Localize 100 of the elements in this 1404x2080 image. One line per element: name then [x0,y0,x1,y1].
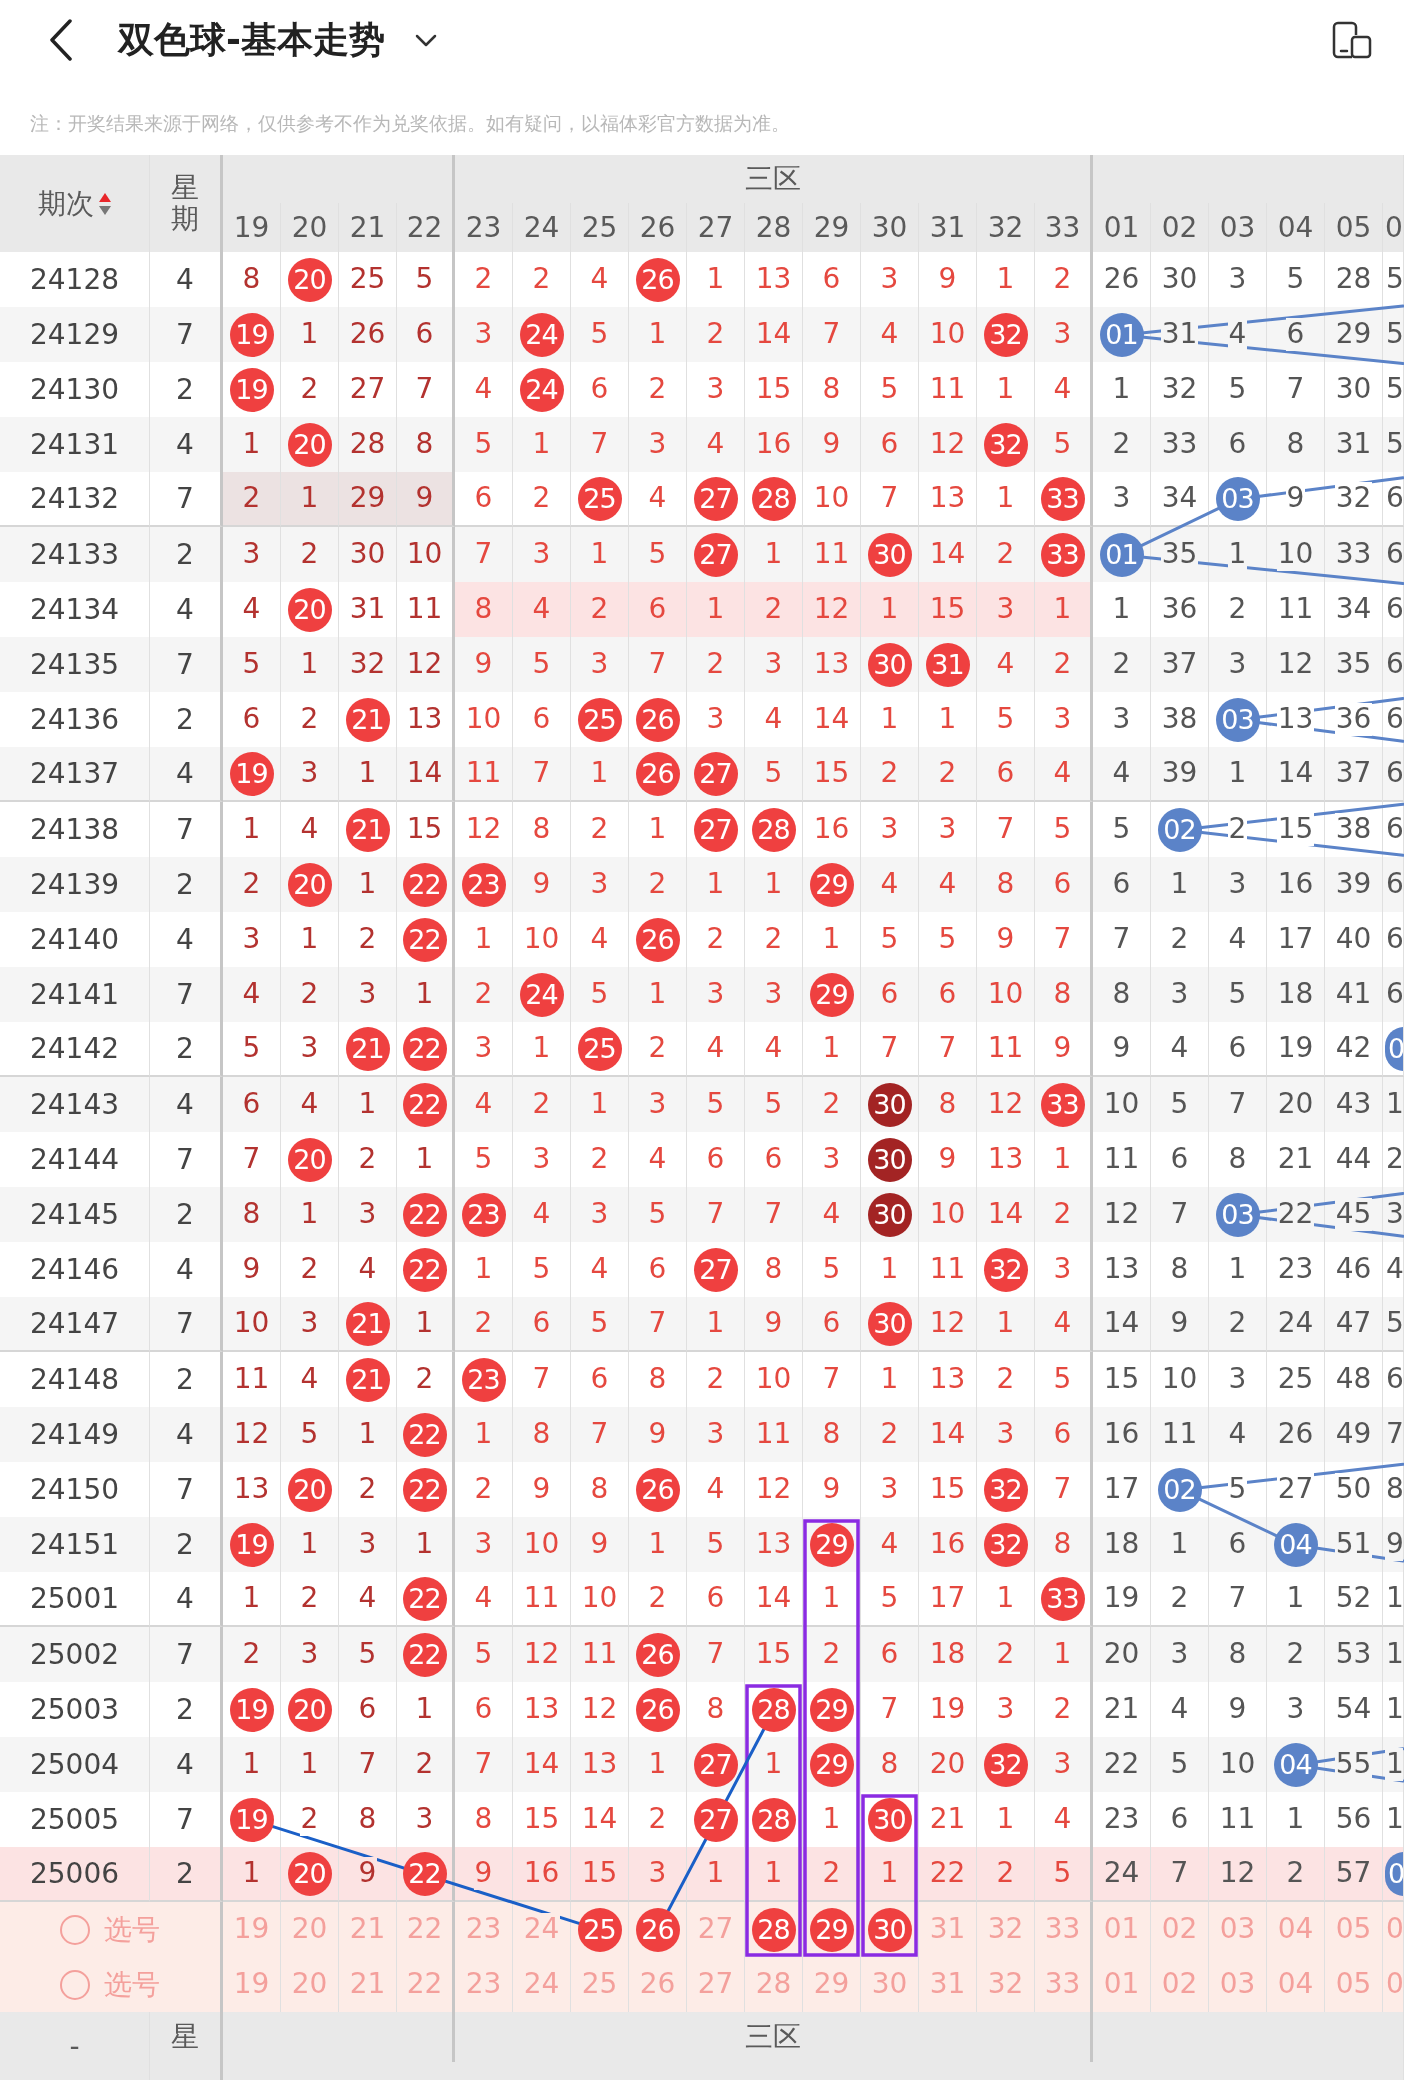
pick-cell[interactable]: 05 [1325,1902,1383,1957]
table-cell: 6 [1383,527,1404,582]
number-ball: 29 [809,972,854,1017]
radio-button[interactable] [60,1969,90,2000]
pick-cell[interactable]: 04 [1267,1957,1325,2012]
table-cell: 4 [861,307,919,362]
pick-cell[interactable]: 20 [281,1902,339,1957]
pick-cell[interactable]: 22 [397,1902,455,1957]
pick-cell[interactable]: 33 [1035,1902,1093,1957]
weekday-cell: 2 [150,1022,223,1077]
table-cell: 2 [1151,1572,1209,1627]
pick-cell[interactable]: 32 [977,1902,1035,1957]
screen-rotate-icon[interactable] [1332,21,1372,59]
pick-cell[interactable]: 21 [339,1957,397,2012]
pick-cell[interactable]: 02 [1151,1957,1209,2012]
table-cell: 7 [629,1297,687,1352]
pick-cell[interactable]: 33 [1035,1957,1093,2012]
pick-cell[interactable]: 30 [861,1957,919,2012]
pick-cell[interactable]: 31 [919,1957,977,2012]
number-ball: 22 [402,1247,447,1292]
number-ball[interactable]: 25 [577,1907,622,1952]
chevron-down-icon[interactable] [414,33,437,47]
number-ball: 20 [287,257,332,302]
weekday-cell: 2 [150,527,223,582]
column-header[interactable]: 期次 [37,184,94,223]
pick-cell[interactable]: 27 [687,1957,745,2012]
back-icon[interactable] [48,19,74,61]
number-ball: 03 [1215,1192,1260,1237]
issue-cell: 25004 [0,1737,150,1792]
table-cell: 2 [281,1572,339,1627]
table-cell: 24 [1093,1847,1151,1902]
table-cell: 19 [1267,1022,1325,1077]
column-header: 33 [1035,203,1093,252]
number-ball[interactable]: 26 [635,1907,680,1952]
issue-cell: 24141 [0,967,150,1022]
table-cell: 10 [1209,1737,1267,1792]
number-ball: 27 [693,1742,738,1787]
column-header: 29 [803,203,861,252]
pick-cell[interactable]: 22 [397,1957,455,2012]
number-ball: 24 [519,367,564,412]
table-cell: 7 [1209,1572,1267,1627]
pick-cell[interactable]: 28 [745,1957,803,2012]
pick-cell[interactable]: 31 [919,1902,977,1957]
table-cell: 9 [1383,1517,1404,1572]
pick-cell[interactable]: 03 [1209,1957,1267,2012]
table-cell: 10 [397,527,455,582]
table-cell: 2 [1267,1847,1325,1902]
number-ball[interactable]: 30 [867,1907,912,1952]
table-cell: 57 [1325,1847,1383,1902]
number-ball: 20 [287,1687,332,1732]
pick-cell[interactable]: 19 [223,1957,281,2012]
pick-cell[interactable]: 19 [223,1902,281,1957]
table-cell: 4 [281,1077,339,1132]
table-cell: 1 [1035,1627,1093,1682]
table-cell: 7 [339,1737,397,1792]
radio-button[interactable] [60,1914,90,1945]
issue-cell: 24131 [0,417,150,472]
table-cell: 1 [687,1847,745,1902]
table-cell: 3 [687,1407,745,1462]
table-cell: 2 [629,1572,687,1627]
pick-cell[interactable]: 20 [281,1957,339,2012]
table-cell: 6 [861,967,919,1022]
table-cell: 2 [397,1737,455,1792]
pick-cell[interactable]: 25 [571,1957,629,2012]
pick-cell[interactable]: 29 [803,1957,861,2012]
table-cell: 7 [1151,1187,1209,1242]
table-cell: 2 [629,857,687,912]
pick-cell[interactable]: 0 [1383,1902,1404,1957]
pick-cell[interactable]: 0 [1383,1957,1404,2012]
table-cell: 35 [1151,527,1209,582]
pick-cell[interactable]: 01 [1093,1902,1151,1957]
table-cell: 7 [455,527,513,582]
pick-cell[interactable]: 05 [1325,1957,1383,2012]
table-cell: 12 [977,1077,1035,1132]
pick-cell[interactable]: 21 [339,1902,397,1957]
sort-icon[interactable] [97,191,112,216]
issue-cell: 24149 [0,1407,150,1462]
number-ball[interactable]: 28 [751,1907,796,1952]
table-cell: 1 [281,307,339,362]
pick-cell[interactable]: 27 [687,1902,745,1957]
pick-cell[interactable]: 03 [1209,1902,1267,1957]
table-cell: 1 [977,472,1035,527]
issue-cell: 25001 [0,1572,150,1627]
pick-cell[interactable]: 04 [1267,1902,1325,1957]
number-ball: 26 [635,257,680,302]
table-cell: 1 [513,417,571,472]
number-ball: 19 [229,1797,274,1842]
pick-cell[interactable]: 24 [513,1902,571,1957]
table-cell: 8 [1267,417,1325,472]
pick-label: 选号 [104,1966,160,2003]
pick-cell[interactable]: 01 [1093,1957,1151,2012]
pick-cell[interactable]: 32 [977,1957,1035,2012]
table-cell: 1 [629,967,687,1022]
number-ball[interactable]: 29 [809,1907,854,1952]
pick-cell[interactable]: 23 [455,1957,513,2012]
pick-cell[interactable]: 24 [513,1957,571,2012]
pick-cell[interactable]: 26 [629,1957,687,2012]
pick-cell[interactable]: 23 [455,1902,513,1957]
table-cell: 6 [687,1572,745,1627]
pick-cell[interactable]: 02 [1151,1902,1209,1957]
